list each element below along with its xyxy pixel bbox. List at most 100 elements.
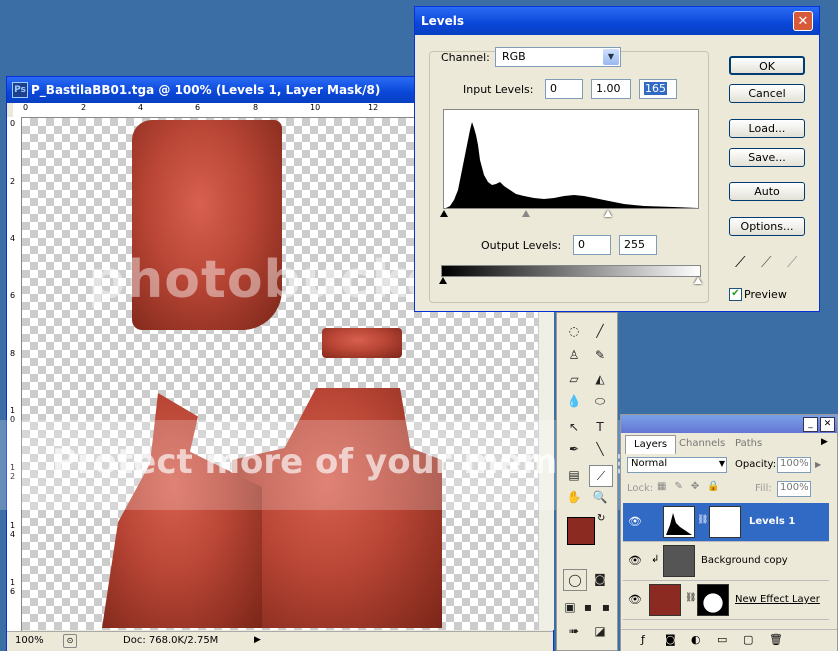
brush-icon[interactable]: ╱: [589, 321, 611, 341]
cancel-button[interactable]: Cancel: [729, 84, 805, 103]
imageready-icon[interactable]: ◪: [589, 621, 611, 641]
white-eyedropper-icon[interactable]: ⟋: [787, 253, 798, 271]
ok-button[interactable]: OK: [729, 56, 805, 75]
eyedropper-icon[interactable]: ⟋: [589, 465, 613, 487]
output-white-slider[interactable]: [694, 277, 702, 284]
blend-mode-value: Normal: [631, 458, 668, 469]
preview-checkbox[interactable]: ✔: [729, 288, 742, 301]
fill-field[interactable]: 100%: [777, 481, 811, 497]
palette-menu-icon[interactable]: ▶: [821, 437, 828, 447]
eye-icon[interactable]: 👁: [628, 515, 642, 528]
layer-style-icon[interactable]: ƒ: [641, 633, 645, 646]
layer-name: New Effect Layer: [735, 594, 820, 605]
pen-icon[interactable]: ✒: [563, 439, 585, 459]
ruler-tick: 4: [10, 234, 16, 243]
opacity-field[interactable]: 100%: [777, 457, 811, 473]
texture-piece-top: [132, 120, 282, 330]
lock-icons[interactable]: ▦✎✥🔒: [657, 481, 728, 492]
layer-row-background-copy[interactable]: 👁 ↲ Background copy: [623, 542, 829, 581]
doc-size-info: Doc: 768.0K/2.75M: [123, 635, 219, 646]
layers-title-bar[interactable]: _ ✕: [621, 415, 837, 433]
opacity-label: Opacity:: [735, 459, 777, 470]
ruler-tick: 4: [138, 103, 144, 112]
dodge-icon[interactable]: ⬭: [589, 391, 611, 411]
texture-piece-bottom-right: [232, 388, 442, 628]
stamp-icon[interactable]: ♙: [563, 345, 585, 365]
layer-mask-thumbnail[interactable]: [697, 584, 729, 616]
preview-label: Preview: [744, 288, 787, 301]
lock-label: Lock:: [627, 483, 654, 494]
hand-icon[interactable]: ✋: [563, 487, 585, 507]
layer-row-new-effect[interactable]: 👁 ⛓ New Effect Layer: [623, 581, 829, 620]
channel-select[interactable]: RGB ▼: [495, 47, 621, 67]
zoom-icon[interactable]: 🔍: [589, 487, 611, 507]
line-icon[interactable]: ╲: [589, 439, 611, 459]
eye-icon[interactable]: 👁: [628, 554, 642, 567]
new-set-icon[interactable]: ▭: [717, 633, 727, 646]
output-black-slider[interactable]: [439, 277, 447, 284]
output-gradient-bar: [441, 265, 701, 277]
type-icon[interactable]: T: [589, 417, 611, 437]
load-button[interactable]: Load...: [729, 119, 805, 138]
levels-title-bar[interactable]: Levels ✕: [415, 7, 819, 35]
adjustment-layer-icon[interactable]: ◐: [691, 633, 701, 646]
minimize-icon[interactable]: _: [803, 417, 818, 432]
swap-colors-icon[interactable]: ↻: [597, 513, 605, 524]
options-button[interactable]: Options...: [729, 217, 805, 236]
input-white-slider[interactable]: [604, 210, 612, 217]
histogram: [443, 109, 699, 209]
tab-channels[interactable]: Channels: [679, 435, 725, 453]
eraser-icon[interactable]: ▱: [563, 369, 585, 389]
channel-label: Channel:: [441, 51, 490, 64]
ruler-tick: 2: [81, 103, 87, 112]
layer-row-levels[interactable]: 👁 ⛓ Levels 1: [623, 503, 829, 542]
chevron-down-icon[interactable]: ▼: [603, 49, 619, 65]
paint-bucket-icon[interactable]: ◭: [589, 369, 611, 389]
tools-palette: ◌ ╱ ♙ ✎ ▱ ◭ 💧 ⬭ ↖ T ✒ ╲ ▤ ⟋ ✋ 🔍 ↻ ◯ ◙ ▣ …: [556, 312, 618, 651]
input-black-field[interactable]: 0: [545, 79, 583, 99]
foreground-color-swatch[interactable]: [567, 517, 595, 545]
lasso-icon[interactable]: ◌: [563, 321, 585, 341]
chevron-down-icon[interactable]: ▼: [719, 459, 725, 468]
input-black-slider[interactable]: [440, 210, 448, 217]
layer-mask-thumbnail[interactable]: [709, 506, 741, 538]
status-menu-arrow-icon[interactable]: ▶: [254, 635, 261, 645]
path-select-icon[interactable]: ↖: [563, 417, 585, 437]
input-gamma-slider[interactable]: [522, 210, 530, 217]
texture-piece-collar: [322, 328, 402, 358]
add-mask-icon[interactable]: ◙: [665, 633, 676, 646]
tab-paths[interactable]: Paths: [735, 435, 762, 453]
black-eyedropper-icon[interactable]: ⟋: [735, 253, 746, 271]
opacity-slider-icon[interactable]: ▶: [815, 460, 821, 469]
screen-mode-full-icon[interactable]: ▪: [595, 597, 617, 617]
input-white-field[interactable]: 165: [639, 79, 677, 99]
layer-name: Background copy: [701, 555, 788, 566]
history-brush-icon[interactable]: ✎: [589, 345, 611, 365]
auto-button[interactable]: Auto: [729, 182, 805, 201]
eye-icon[interactable]: 👁: [628, 593, 642, 606]
save-button[interactable]: Save...: [729, 148, 805, 167]
link-icon[interactable]: ⛓: [685, 593, 696, 603]
input-gamma-field[interactable]: 1.00: [591, 79, 631, 99]
input-levels-label: Input Levels:: [463, 83, 534, 96]
blur-icon[interactable]: 💧: [563, 391, 585, 411]
notes-icon[interactable]: ▤: [563, 465, 585, 485]
close-button[interactable]: ✕: [793, 11, 813, 31]
trash-icon[interactable]: 🗑: [769, 633, 783, 646]
blend-mode-select[interactable]: Normal ▼: [627, 457, 727, 473]
new-layer-icon[interactable]: ▢: [743, 633, 753, 646]
close-icon[interactable]: ✕: [820, 417, 835, 432]
histogram-thumb-icon: [666, 513, 692, 535]
ruler-tick: 6: [195, 103, 201, 112]
gray-eyedropper-icon[interactable]: ⟋: [761, 253, 772, 271]
link-icon[interactable]: ⛓: [697, 515, 708, 525]
tab-layers[interactable]: Layers: [625, 435, 677, 454]
zoom-options-icon[interactable]: ⊙: [63, 634, 77, 648]
output-black-field[interactable]: 0: [573, 235, 611, 255]
zoom-level[interactable]: 100%: [15, 635, 44, 646]
jump-to-imageready-icon[interactable]: ➠: [563, 621, 585, 641]
ruler-vertical: 0 2 4 6 8 1 0 1 2 1 4 1 6: [7, 117, 22, 631]
quick-mask-icon[interactable]: ◙: [589, 569, 611, 589]
standard-mode-icon[interactable]: ◯: [563, 569, 587, 591]
output-white-field[interactable]: 255: [619, 235, 657, 255]
